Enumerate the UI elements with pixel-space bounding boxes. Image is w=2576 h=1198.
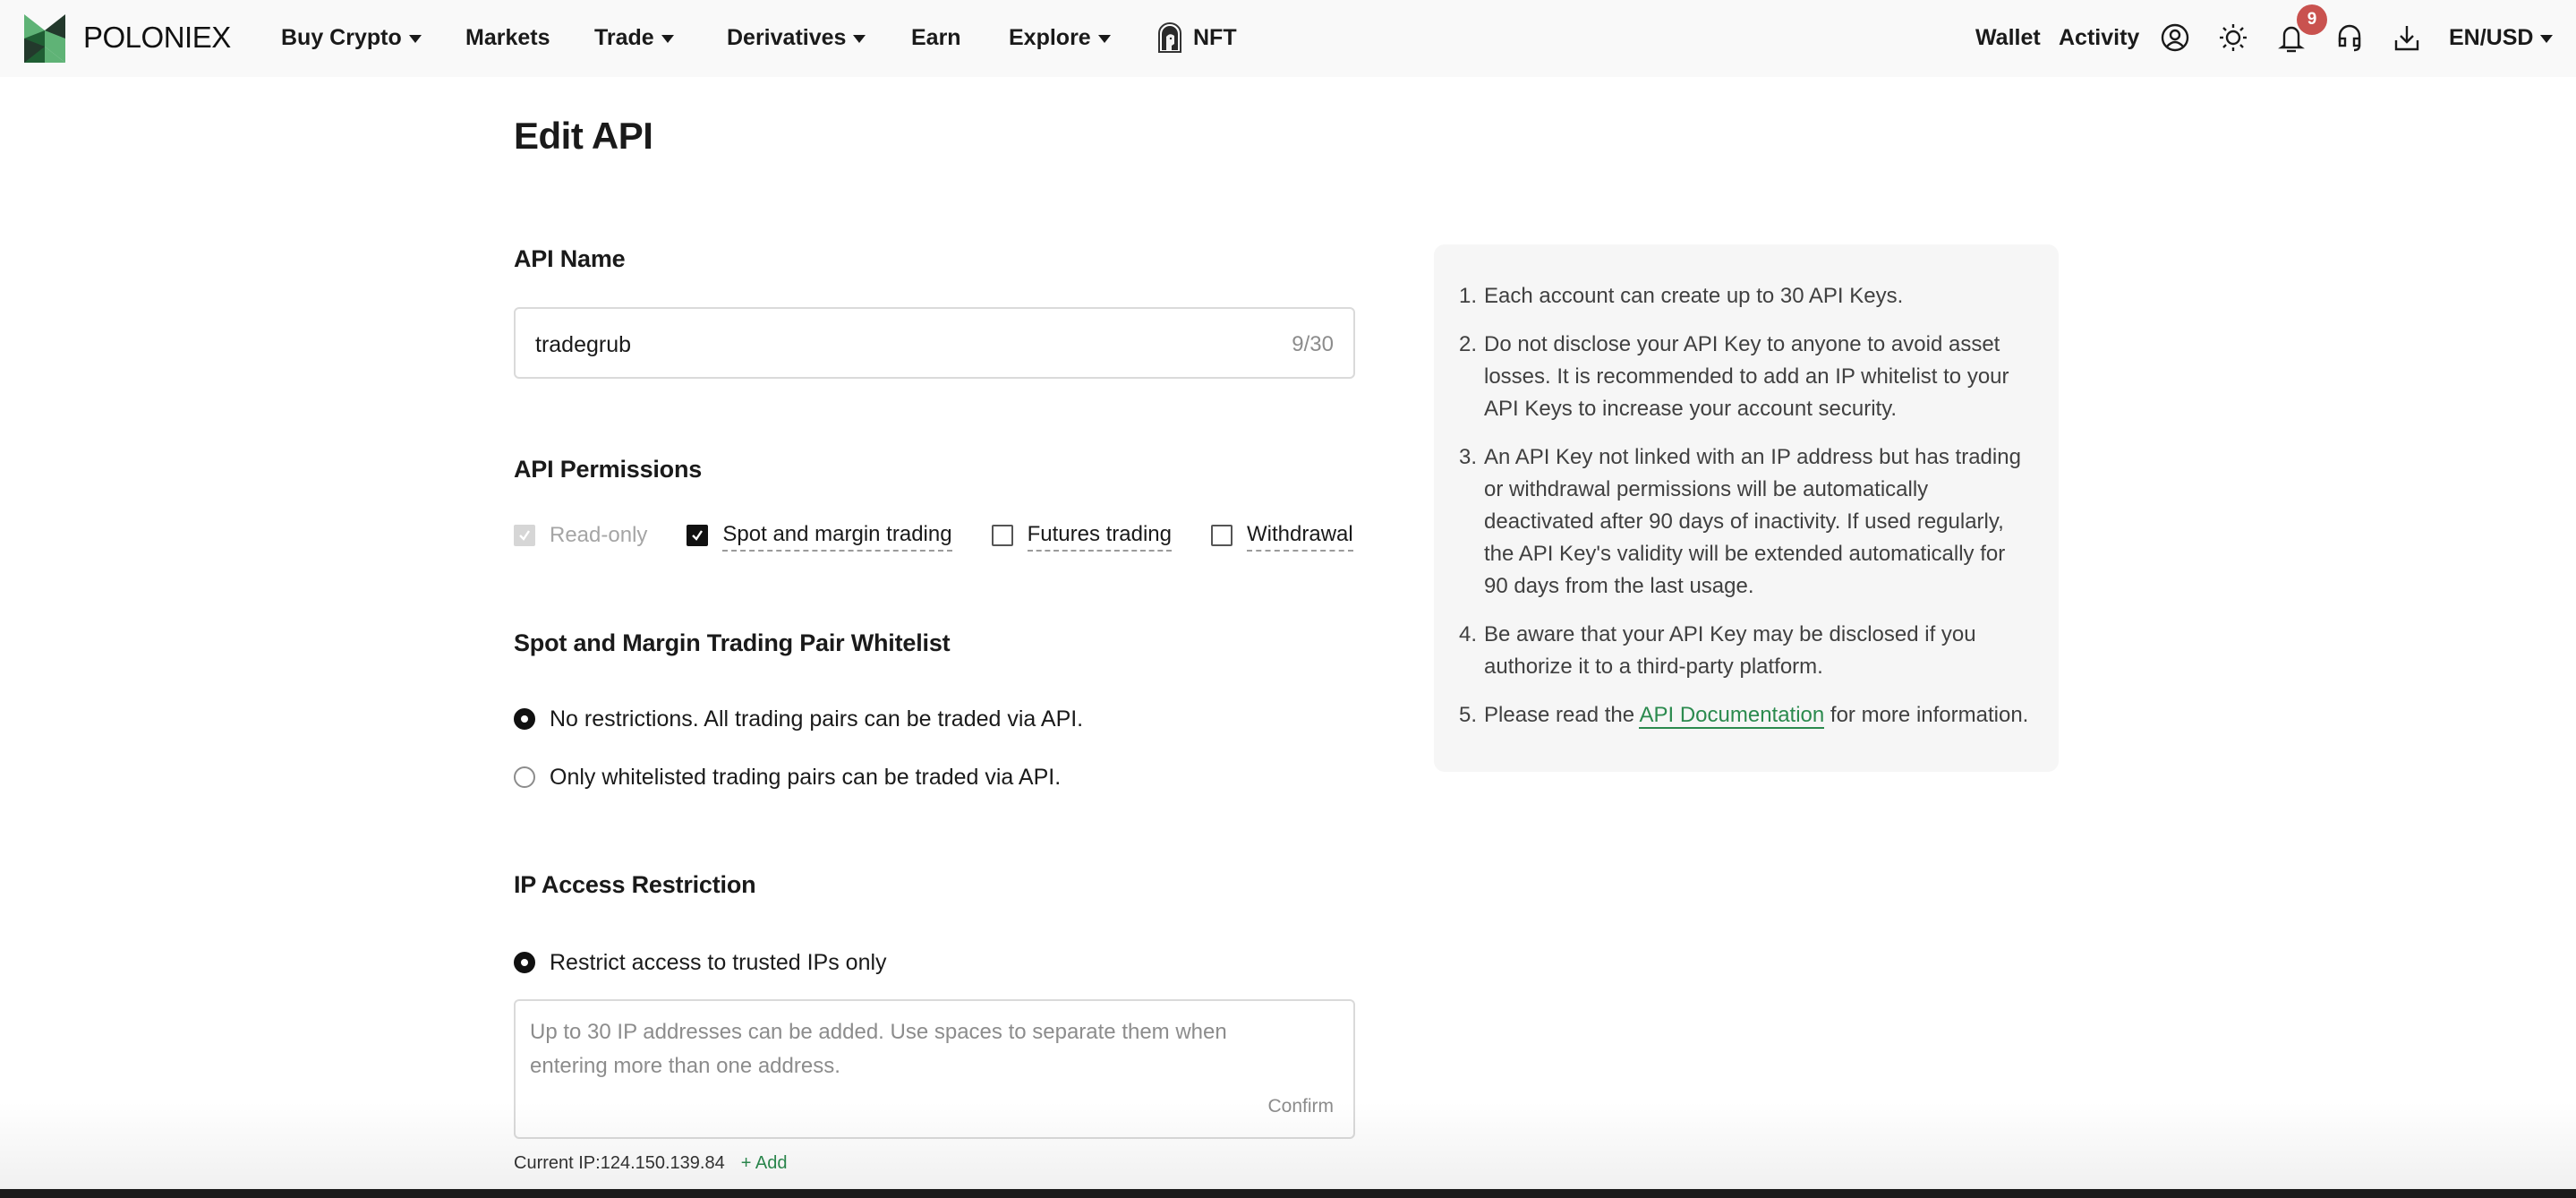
info-item-number: 5. (1459, 703, 1478, 727)
checkbox-read-only: Read-only (514, 521, 647, 551)
nav-activity[interactable]: Activity (2059, 21, 2139, 54)
radio-restrict-trusted-ips[interactable]: Restrict access to trusted IPs only (514, 946, 887, 979)
checkbox-futures-trading[interactable]: Futures trading (991, 520, 1172, 552)
info-item-text: Each account can create up to 30 API Key… (1484, 284, 1904, 308)
page-title: Edit API (514, 115, 653, 157)
radio-whitelisted-only[interactable]: Only whitelisted trading pairs can be tr… (514, 761, 1061, 793)
ip-address-input[interactable] (530, 1015, 1282, 1096)
checkbox-withdrawal-box[interactable] (1211, 525, 1233, 546)
info-item-number: 4. (1459, 622, 1478, 646)
nav-nft[interactable]: NFT (1157, 21, 1237, 54)
checkbox-spot-margin-trading[interactable]: Spot and margin trading (687, 520, 952, 552)
ip-access-restriction-label: IP Access Restriction (514, 871, 756, 898)
caret-down-icon (2540, 34, 2554, 43)
notification-badge: 9 (2297, 4, 2327, 35)
info-item-suffix: for more information. (1824, 703, 2029, 727)
nav-wallet-label: Wallet (1975, 25, 2041, 50)
nav-wallet[interactable]: Wallet (1975, 21, 2041, 54)
checkbox-read-only-box (514, 525, 535, 546)
api-info-panel: 1. Each account can create up to 30 API … (1434, 244, 2059, 772)
api-name-input[interactable]: tradegrub 9/30 (514, 307, 1355, 379)
window-bottom-edge (0, 1189, 2576, 1198)
checkbox-withdrawal[interactable]: Withdrawal (1211, 520, 1353, 552)
info-item: 5. Please read the API Documentation for… (1459, 699, 2034, 732)
headset-icon[interactable] (2334, 22, 2365, 53)
checkbox-withdrawal-label[interactable]: Withdrawal (1247, 520, 1353, 552)
info-item-text: Do not disclose your API Key to anyone t… (1484, 332, 2009, 421)
nav-earn-label: Earn (911, 25, 961, 50)
whitelist-label: Spot and Margin Trading Pair Whitelist (514, 629, 951, 656)
checkmark-icon (692, 530, 704, 541)
info-item-number: 3. (1459, 445, 1478, 469)
add-current-ip-button[interactable]: + Add (741, 1153, 788, 1174)
locale-label: EN/USD (2449, 25, 2534, 50)
radio-whitelisted-only-circle[interactable] (514, 766, 535, 788)
info-item-text: An API Key not linked with an IP address… (1484, 445, 2021, 598)
nav-derivatives[interactable]: Derivatives (727, 21, 866, 54)
current-ip-row: Current IP:124.150.139.84 + Add (514, 1153, 787, 1174)
user-icon[interactable] (2160, 22, 2190, 53)
nft-icon (1158, 22, 1181, 53)
current-ip-text: Current IP:124.150.139.84 (514, 1153, 725, 1173)
info-item: 3. An API Key not linked with an IP addr… (1459, 441, 2034, 603)
api-name-value[interactable]: tradegrub (535, 329, 631, 361)
info-item-number: 1. (1459, 284, 1478, 308)
checkmark-icon (519, 530, 530, 541)
nav-trade-label: Trade (594, 25, 654, 50)
api-documentation-link[interactable]: API Documentation (1639, 703, 1825, 729)
nav-explore-label: Explore (1009, 25, 1091, 50)
nav-buy-crypto-label: Buy Crypto (281, 25, 402, 50)
checkbox-read-only-label: Read-only (550, 522, 648, 547)
locale-selector[interactable]: EN/USD (2449, 21, 2554, 54)
caret-down-icon (408, 34, 422, 43)
info-item-text: Please read the API Documentation for mo… (1484, 699, 2034, 732)
checkbox-spot-margin-trading-label[interactable]: Spot and margin trading (722, 520, 952, 552)
caret-down-icon (1097, 34, 1111, 43)
api-permissions-label: API Permissions (514, 456, 703, 483)
checkbox-futures-trading-box[interactable] (991, 525, 1013, 546)
checkbox-spot-margin-trading-box[interactable] (687, 525, 709, 546)
nav-markets[interactable]: Markets (465, 21, 550, 54)
api-name-label: API Name (514, 245, 626, 272)
caret-down-icon (661, 34, 674, 43)
nav-buy-crypto[interactable]: Buy Crypto (281, 21, 422, 54)
nav-markets-label: Markets (465, 25, 550, 50)
radio-no-restrictions[interactable]: No restrictions. All trading pairs can b… (514, 703, 1083, 735)
radio-whitelisted-only-label[interactable]: Only whitelisted trading pairs can be tr… (550, 761, 1061, 793)
nav-activity-label: Activity (2059, 25, 2140, 50)
api-info-list: 1. Each account can create up to 30 API … (1459, 280, 2034, 732)
info-item-number: 2. (1459, 332, 1478, 356)
poloniex-logo[interactable] (24, 13, 65, 64)
info-item-prefix: Please read the (1484, 703, 1640, 727)
checkbox-futures-trading-label[interactable]: Futures trading (1027, 520, 1172, 552)
info-item: 4. Be aware that your API Key may be dis… (1459, 619, 2034, 683)
top-nav: POLONIEX Buy Crypto Markets Trade Deriva… (0, 0, 2576, 77)
info-item: 1. Each account can create up to 30 API … (1459, 280, 2034, 312)
poloniex-logo-icon (24, 14, 65, 63)
radio-no-restrictions-circle[interactable] (514, 708, 535, 730)
radio-restrict-trusted-ips-label[interactable]: Restrict access to trusted IPs only (550, 946, 887, 979)
nav-earn[interactable]: Earn (911, 21, 961, 54)
nav-explore[interactable]: Explore (1009, 21, 1111, 54)
nav-nft-label: NFT (1193, 25, 1237, 50)
info-item-text: Be aware that your API Key may be disclo… (1484, 622, 1976, 679)
permissions-checkbox-group: Read-only Spot and margin trading Future… (514, 518, 1353, 553)
info-item: 2. Do not disclose your API Key to anyon… (1459, 329, 2034, 425)
caret-down-icon (853, 34, 866, 43)
confirm-ip-button[interactable]: Confirm (1267, 1096, 1334, 1117)
ip-address-field: Confirm (514, 999, 1355, 1139)
download-icon[interactable] (2392, 22, 2422, 53)
sun-icon[interactable] (2218, 22, 2248, 53)
radio-restrict-trusted-ips-circle[interactable] (514, 952, 535, 973)
nav-derivatives-label: Derivatives (727, 25, 847, 50)
nav-trade[interactable]: Trade (594, 21, 674, 54)
api-name-char-counter: 9/30 (1292, 332, 1334, 356)
radio-no-restrictions-label[interactable]: No restrictions. All trading pairs can b… (550, 703, 1083, 735)
brand-name[interactable]: POLONIEX (83, 20, 231, 56)
